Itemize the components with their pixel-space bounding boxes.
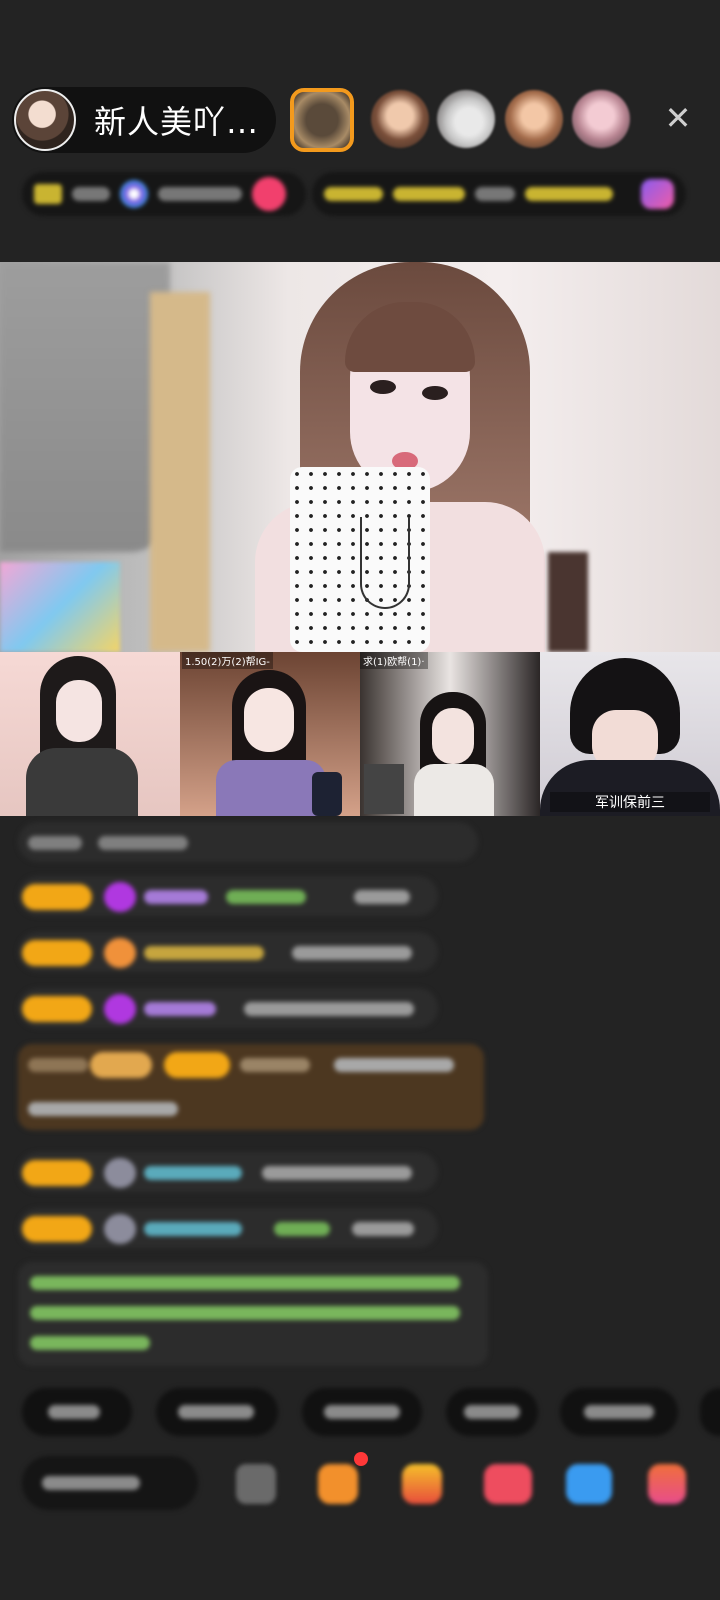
chat-message[interactable] [18,1208,438,1248]
host-info-pill[interactable]: 新人美吖… [12,87,276,153]
chat-message[interactable] [18,1152,438,1192]
host-avatar[interactable] [14,89,76,151]
quick-chip[interactable] [302,1388,422,1436]
close-icon[interactable]: ✕ [660,100,696,136]
cohost-tile-label: 1.50(2)万(2)帮IG- [182,652,273,669]
viewer-avatar[interactable] [290,88,354,152]
chat-message[interactable] [18,932,438,972]
main-live-video[interactable] [0,262,720,652]
more-features-icon[interactable] [648,1464,686,1504]
chat-input[interactable] [22,1456,198,1510]
streamer-eye-right [422,386,448,400]
quick-chip[interactable] [22,1388,132,1436]
side-object [0,562,120,652]
backdrop-wood [150,292,210,652]
necklace-cord [360,517,410,609]
chat-message[interactable] [18,988,438,1028]
chat-message-highlighted[interactable] [18,1044,484,1130]
quick-chip[interactable] [156,1388,278,1436]
system-notice [18,1262,488,1366]
quick-chip[interactable] [700,1388,720,1436]
viewer-avatar[interactable] [437,90,495,148]
cohost-tiles: 1.50(2)万(2)帮IG- 求(1)欧帮(1)· 军训保前三 [0,652,720,816]
host-name: 新人美吖… [94,103,260,141]
cohost-tile-1[interactable] [0,652,180,816]
interaction-icon[interactable] [484,1464,532,1504]
room-stats-bar[interactable] [22,172,306,216]
notification-dot [354,1452,368,1466]
gift-icon[interactable] [402,1464,442,1504]
viewer-avatar[interactable] [505,90,563,148]
chair-back-right [548,552,588,652]
game-icon[interactable] [566,1464,612,1504]
more-icon[interactable] [236,1464,276,1504]
cohost-tile-label: 求(1)欧帮(1)· [360,652,428,669]
cohost-tile-2[interactable]: 1.50(2)万(2)帮IG- [180,652,360,816]
backdrop-chair [0,262,170,552]
viewer-avatar[interactable] [371,90,429,148]
rank-ticker-bar[interactable] [312,172,686,216]
chat-message[interactable] [18,822,478,862]
cohost-tile-4[interactable]: 军训保前三 [540,652,720,816]
chat-message[interactable] [18,876,438,916]
quick-chip[interactable] [560,1388,678,1436]
cohost-tile-3[interactable]: 求(1)欧帮(1)· [360,652,540,816]
viewer-avatar[interactable] [572,90,630,148]
bag-icon[interactable] [318,1464,358,1504]
cohost-name-label: 军训保前三 [550,792,710,812]
streamer-eye-left [370,380,396,394]
quick-chip[interactable] [446,1388,538,1436]
